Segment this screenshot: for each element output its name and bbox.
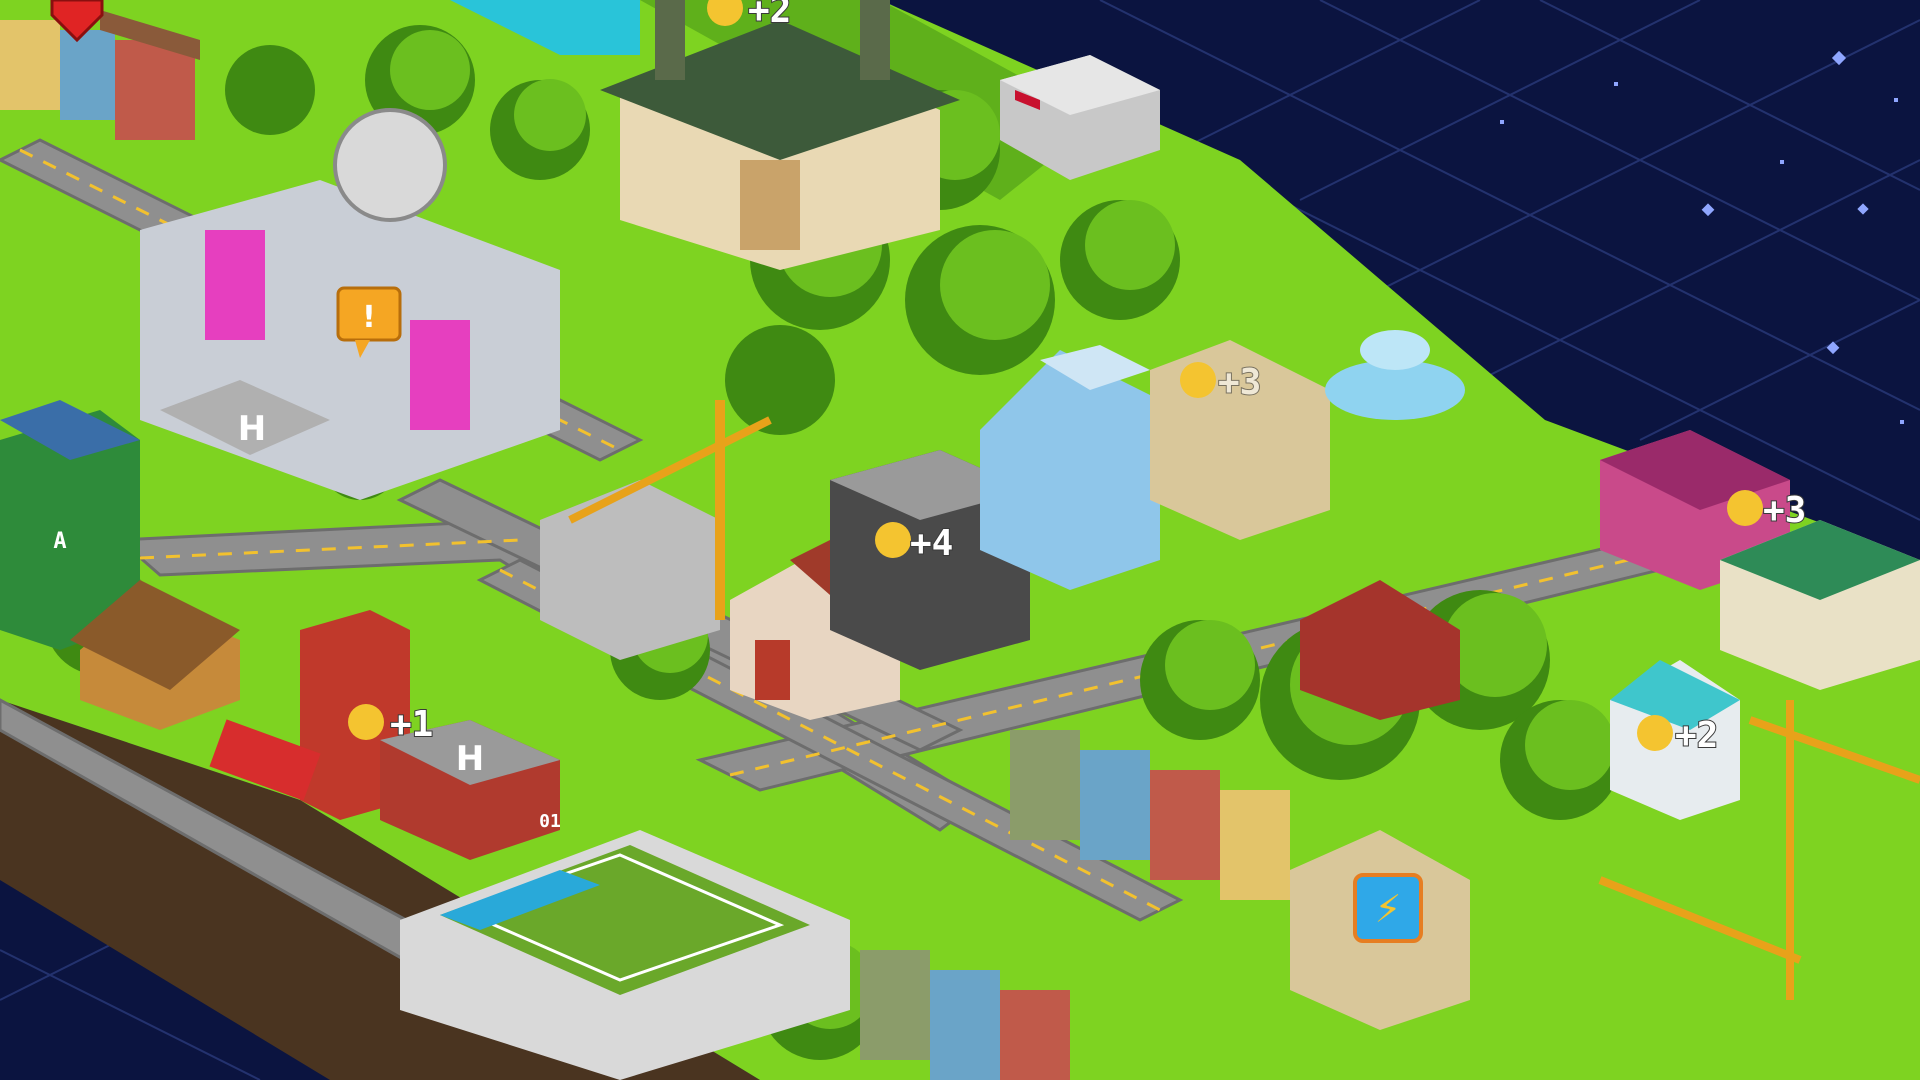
coin-reward-label: +4	[910, 523, 953, 564]
coin-icon	[348, 704, 384, 740]
coin-reward-label: +3	[1218, 362, 1261, 403]
coin-reward-label: +3	[1763, 490, 1806, 531]
coin-reward-label: +1	[390, 704, 433, 745]
star	[1614, 82, 1618, 86]
coin-icon	[1727, 490, 1763, 526]
coin-reward-label: +2	[1675, 715, 1718, 756]
coin-reward-label: +2	[748, 0, 791, 31]
coin-icon	[1180, 362, 1216, 398]
coin-icon	[1637, 715, 1673, 751]
star	[1894, 98, 1898, 102]
coin-reward-bank[interactable]: +3	[1180, 361, 1262, 404]
coin-reward-greenhouse[interactable]: +2	[1637, 714, 1719, 757]
star	[1500, 120, 1504, 124]
coin-reward-fire-station[interactable]: +1	[348, 703, 434, 746]
coin-reward-shop[interactable]: +3	[1727, 489, 1807, 532]
coin-icon	[875, 522, 911, 558]
star	[1780, 160, 1784, 164]
helipad-letter-fire-station: H	[456, 739, 484, 779]
city-map[interactable]: ! ⚡ +2 +4 +3 +3 +1 +2 H H A 01	[0, 0, 1920, 1080]
exclamation-icon: !	[362, 300, 376, 335]
lightning-icon: ⚡	[1375, 887, 1402, 931]
tower-letter: A	[53, 529, 66, 554]
scoreboard-digits: 01	[539, 811, 561, 832]
star	[1900, 420, 1904, 424]
energy-badge[interactable]: ⚡	[1353, 873, 1423, 943]
helipad-letter-research: H	[238, 409, 266, 449]
